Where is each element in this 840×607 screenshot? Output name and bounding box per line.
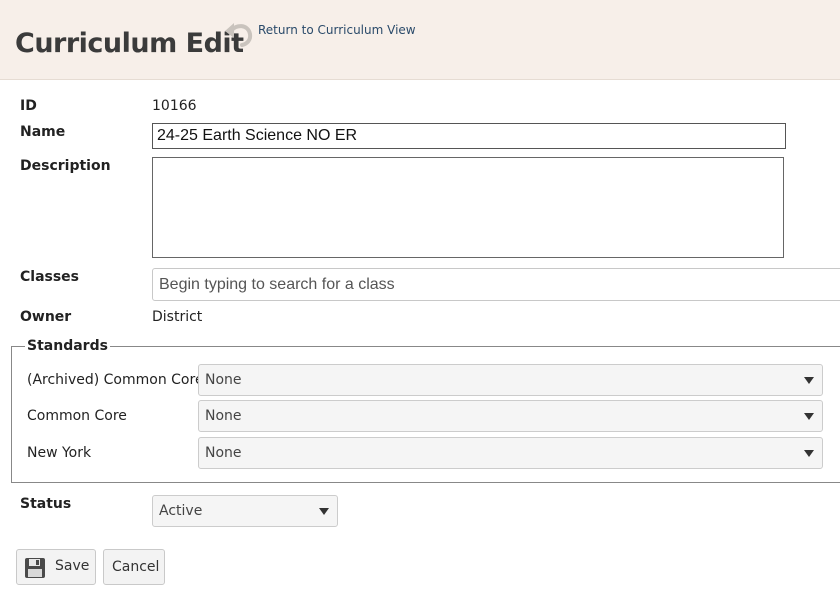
cancel-button-label: Cancel	[112, 559, 160, 575]
description-label: Description	[20, 158, 111, 174]
standard-select-new-york[interactable]: None	[198, 437, 823, 469]
standard-label-archived-common-core: (Archived) Common Core	[27, 372, 204, 388]
status-label: Status	[20, 496, 72, 512]
standard-label-new-york: New York	[27, 445, 92, 461]
standard-label-common-core: Common Core	[27, 408, 127, 424]
standard-select-value: None	[205, 445, 242, 461]
page-header: Curriculum Edit Return to Curriculum Vie…	[0, 0, 840, 80]
name-label: Name	[20, 124, 66, 140]
id-label: ID	[20, 98, 37, 114]
undo-arrow-icon[interactable]	[222, 16, 256, 50]
description-textarea[interactable]	[152, 157, 784, 258]
page-title: Curriculum Edit	[15, 28, 244, 59]
dropdown-caret-icon	[804, 377, 814, 384]
dropdown-caret-icon	[804, 413, 814, 420]
owner-value: District	[152, 309, 203, 325]
dropdown-caret-icon	[804, 450, 814, 457]
owner-label: Owner	[20, 309, 72, 325]
classes-label: Classes	[20, 269, 80, 285]
cancel-button[interactable]: Cancel	[103, 549, 165, 585]
return-to-curriculum-link[interactable]: Return to Curriculum View	[258, 23, 416, 37]
class-search-input[interactable]: Begin typing to search for a class	[152, 268, 840, 301]
standard-select-common-core[interactable]: None	[198, 400, 823, 432]
id-value: 10166	[152, 98, 197, 114]
save-button[interactable]: Save	[16, 549, 96, 585]
status-select-value: Active	[159, 503, 203, 519]
standards-legend: Standards	[27, 338, 108, 354]
name-input[interactable]	[152, 123, 786, 149]
floppy-disk-icon	[25, 558, 45, 578]
save-button-label: Save	[55, 558, 90, 574]
standard-select-archived-common-core[interactable]: None	[198, 364, 823, 396]
status-select[interactable]: Active	[152, 495, 338, 527]
standard-select-value: None	[205, 408, 242, 424]
standard-select-value: None	[205, 372, 242, 388]
dropdown-caret-icon	[319, 508, 329, 515]
